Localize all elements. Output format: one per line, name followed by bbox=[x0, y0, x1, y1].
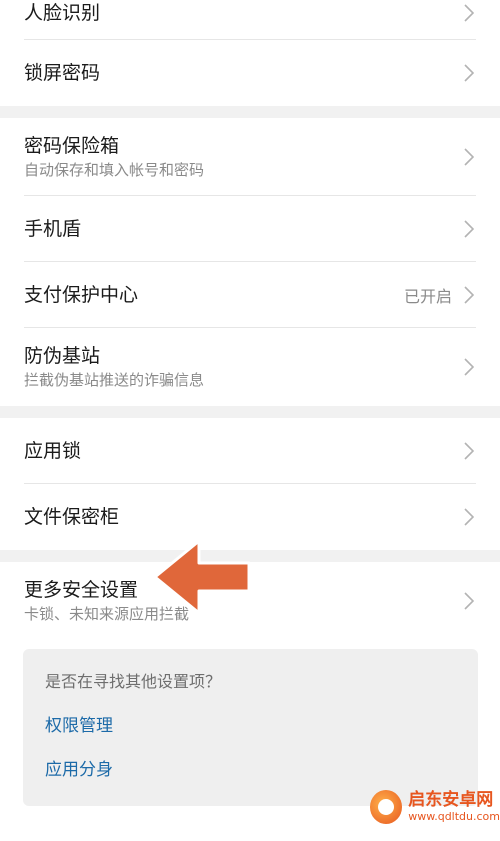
site-watermark: 启东安卓网 www.qdltdu.com bbox=[370, 786, 500, 827]
suggestion-card: 是否在寻找其他设置项？ 权限管理 应用分身 bbox=[23, 649, 478, 806]
chevron-right-icon bbox=[462, 284, 476, 306]
watermark-logo-icon bbox=[370, 789, 403, 824]
security-group-2: 密码保险箱 自动保存和填入帐号和密码 手机盾 支付保护中心 已开启 防伪基站 拦… bbox=[0, 118, 500, 406]
chevron-right-icon bbox=[462, 218, 476, 240]
more-security-settings-texts: 更多安全设置 卡锁、未知来源应用拦截 bbox=[24, 578, 462, 624]
permission-management-link[interactable]: 权限管理 bbox=[45, 715, 456, 737]
password-vault-texts: 密码保险箱 自动保存和填入帐号和密码 bbox=[24, 134, 462, 180]
payment-protection-item[interactable]: 支付保护中心 已开启 bbox=[0, 262, 500, 328]
security-group-3: 应用锁 文件保密柜 bbox=[0, 418, 500, 550]
app-lock-title: 应用锁 bbox=[24, 440, 82, 462]
password-vault-item[interactable]: 密码保险箱 自动保存和填入帐号和密码 bbox=[0, 118, 500, 196]
more-security-settings-subtitle: 卡锁、未知来源应用拦截 bbox=[24, 605, 190, 623]
security-group-4: 更多安全设置 卡锁、未知来源应用拦截 bbox=[0, 562, 500, 640]
lock-screen-password-texts: 锁屏密码 bbox=[24, 61, 462, 85]
suggestion-question: 是否在寻找其他设置项？ bbox=[45, 672, 222, 691]
more-security-settings-title: 更多安全设置 bbox=[24, 579, 139, 601]
chevron-right-icon bbox=[462, 590, 476, 612]
watermark-name: 启东安卓网 bbox=[408, 789, 494, 810]
more-security-settings-item[interactable]: 更多安全设置 卡锁、未知来源应用拦截 bbox=[0, 562, 500, 640]
watermark-url: www.qdltdu.com bbox=[408, 809, 500, 823]
security-group-1: 人脸识别 锁屏密码 bbox=[0, 0, 500, 106]
fake-base-station-item[interactable]: 防伪基站 拦截伪基站推送的诈骗信息 bbox=[0, 328, 500, 406]
chevron-right-icon bbox=[462, 506, 476, 528]
phone-shield-item[interactable]: 手机盾 bbox=[0, 196, 500, 262]
chevron-right-icon bbox=[462, 146, 476, 168]
file-safe-title: 文件保密柜 bbox=[24, 506, 120, 528]
file-safe-texts: 文件保密柜 bbox=[24, 505, 462, 529]
payment-protection-texts: 支付保护中心 bbox=[24, 283, 404, 307]
section-separator bbox=[0, 406, 500, 418]
face-recognition-texts: 人脸识别 bbox=[24, 1, 462, 25]
fake-base-station-texts: 防伪基站 拦截伪基站推送的诈骗信息 bbox=[24, 344, 462, 390]
password-vault-subtitle: 自动保存和填入帐号和密码 bbox=[24, 161, 205, 179]
watermark-text: 启东安卓网 www.qdltdu.com bbox=[408, 789, 500, 823]
fake-base-station-title: 防伪基站 bbox=[24, 345, 101, 367]
lock-screen-password-title: 锁屏密码 bbox=[24, 62, 101, 84]
app-lock-item[interactable]: 应用锁 bbox=[0, 418, 500, 484]
face-recognition-title: 人脸识别 bbox=[24, 2, 101, 24]
chevron-right-icon bbox=[462, 356, 476, 378]
fake-base-station-subtitle: 拦截伪基站推送的诈骗信息 bbox=[24, 371, 205, 389]
section-separator bbox=[0, 550, 500, 562]
chevron-right-icon bbox=[462, 2, 476, 24]
password-vault-title: 密码保险箱 bbox=[24, 135, 120, 157]
payment-protection-status: 已开启 bbox=[403, 287, 452, 306]
payment-protection-title: 支付保护中心 bbox=[24, 284, 139, 306]
file-safe-item[interactable]: 文件保密柜 bbox=[0, 484, 500, 550]
app-twin-link[interactable]: 应用分身 bbox=[45, 759, 456, 781]
phone-shield-texts: 手机盾 bbox=[24, 217, 462, 241]
app-lock-texts: 应用锁 bbox=[24, 439, 462, 463]
chevron-right-icon bbox=[462, 62, 476, 84]
section-separator bbox=[0, 106, 500, 118]
lock-screen-password-item[interactable]: 锁屏密码 bbox=[0, 40, 500, 106]
chevron-right-icon bbox=[462, 440, 476, 462]
phone-shield-title: 手机盾 bbox=[24, 218, 82, 240]
face-recognition-item[interactable]: 人脸识别 bbox=[0, 0, 500, 40]
